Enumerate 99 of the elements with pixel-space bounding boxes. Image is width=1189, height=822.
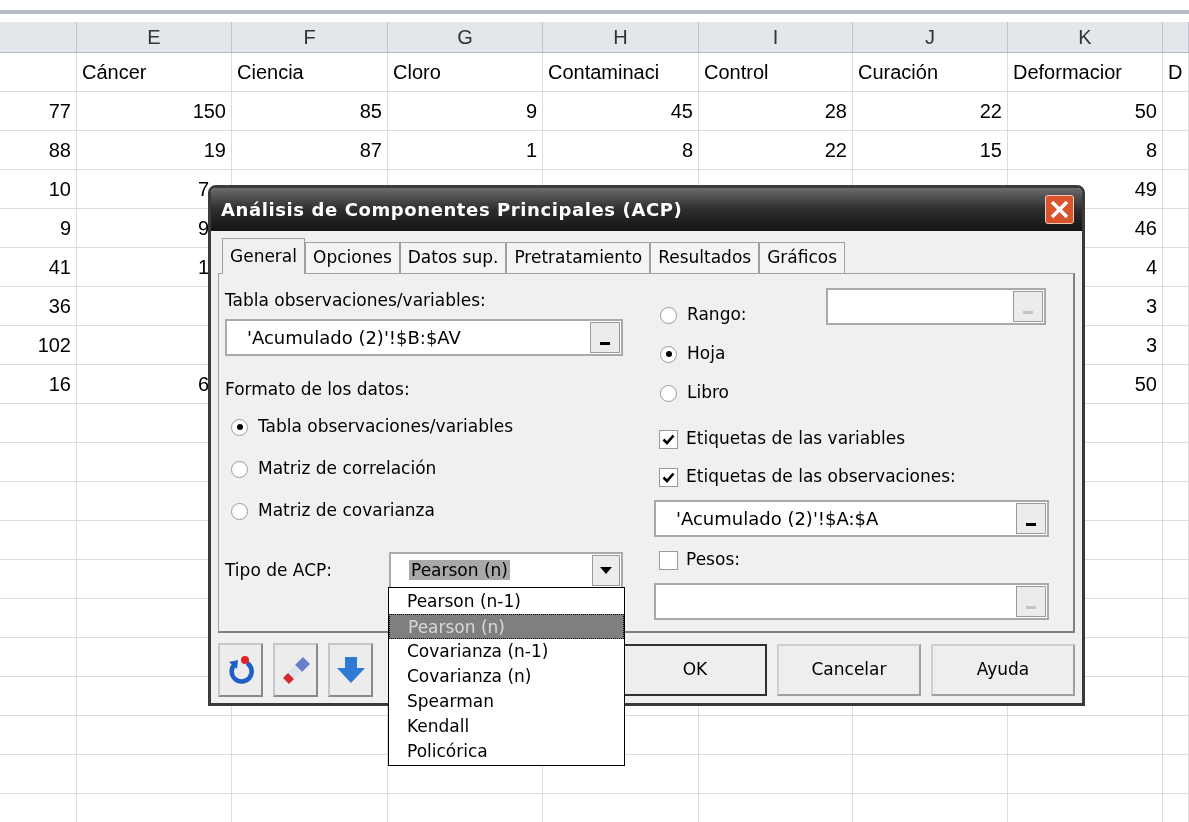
checkbox[interactable]	[659, 429, 678, 449]
table-cell-text: 19	[203, 138, 226, 163]
table-cell-text: Ciencia	[237, 60, 304, 85]
table-cell-text: 3	[1145, 333, 1157, 358]
table-cell-text: 41	[48, 255, 71, 280]
radio-label[interactable]: Rango:	[687, 302, 747, 328]
radio-label[interactable]: Libro	[687, 380, 730, 406]
table-cell-text: 9	[59, 216, 71, 241]
table-cell-text: 7	[197, 177, 209, 202]
table-cell-text: 9	[197, 216, 209, 241]
field-label: Tabla observaciones/variables:	[225, 289, 487, 312]
dropdown-option[interactable]: Covarianza (n-1)	[389, 639, 624, 664]
table-cell-text: 22	[979, 99, 1002, 124]
dropdown-option[interactable]: Covarianza (n)	[389, 664, 624, 689]
browse-button[interactable]	[1016, 503, 1046, 534]
dropdown-select[interactable]: Pearson (n)	[389, 552, 623, 589]
column-header[interactable]: E	[147, 22, 161, 52]
field-label: Formato de los datos:	[225, 377, 411, 401]
column-header[interactable]: K	[1078, 22, 1092, 52]
table-cell-text: Deformacior	[1013, 60, 1122, 85]
checkbox-label[interactable]: Etiquetas de las observaciones:	[686, 464, 956, 490]
input-field[interactable]: 'Acumulado (2)'!$A:$A	[654, 500, 1049, 537]
radio-button[interactable]	[660, 306, 677, 324]
table-cell-text: 150	[192, 99, 226, 124]
table-cell-text: 45	[670, 99, 693, 124]
reset-button[interactable]	[218, 643, 263, 697]
field-label: Tipo de ACP:	[225, 558, 333, 582]
table-cell-text: 46	[1134, 216, 1157, 241]
checkbox[interactable]	[659, 550, 678, 570]
checkbox-label[interactable]: Pesos:	[686, 547, 740, 573]
table-cell-text: 4	[1145, 255, 1157, 280]
tab[interactable]: Datos sup.	[399, 242, 507, 273]
table-cell-text: 8	[1145, 138, 1157, 163]
table-cell-text: 77	[48, 99, 71, 124]
dropdown-option[interactable]: Spearman	[389, 689, 624, 714]
download-button[interactable]	[328, 643, 373, 697]
table-cell-text: 36	[48, 294, 71, 319]
table-cell-text: 15	[979, 138, 1002, 163]
table-cell-text: 49	[1134, 177, 1157, 202]
table-cell-text: 102	[37, 333, 71, 358]
table-cell-text: 50	[1134, 372, 1157, 397]
radio-label[interactable]: Matriz de covarianza	[258, 498, 435, 524]
table-cell-text: Curación	[858, 60, 939, 85]
column-header[interactable]: F	[303, 22, 316, 52]
input-field[interactable]	[654, 583, 1049, 620]
radio-label[interactable]: Matriz de correlación	[258, 456, 437, 482]
column-header[interactable]: J	[925, 22, 935, 52]
dropdown-option[interactable]: Pearson (n-1)	[389, 589, 624, 614]
tab[interactable]: Opciones	[305, 242, 400, 273]
tab[interactable]: Pretratamiento	[506, 242, 651, 273]
table-cell-text: Control	[704, 60, 769, 85]
input-field[interactable]: 'Acumulado (2)'!$B:$AV	[225, 318, 623, 356]
column-header[interactable]: G	[457, 22, 473, 52]
close-button[interactable]	[1045, 195, 1074, 224]
table-cell-text: 50	[1134, 99, 1157, 124]
table-cell-text: 10	[48, 177, 71, 202]
table-cell-text: 22	[824, 138, 847, 163]
caret-icon	[600, 567, 612, 574]
down-arrow-icon	[335, 655, 366, 685]
radio-button[interactable]	[231, 418, 248, 436]
checkbox-label[interactable]: Etiquetas de las variables	[686, 426, 905, 452]
browse-button[interactable]	[590, 321, 620, 353]
column-header[interactable]: H	[613, 22, 628, 52]
tab[interactable]: Gráficos	[759, 242, 846, 273]
dialog-button[interactable]: OK	[623, 644, 767, 696]
table-cell-text: D	[1168, 60, 1183, 85]
table-cell-text: 1	[525, 138, 537, 163]
tab[interactable]: Resultados	[650, 242, 760, 273]
table-cell-text: Contaminaci	[548, 60, 660, 85]
radio-button[interactable]	[660, 345, 677, 363]
dropdown-option[interactable]: Policórica	[389, 739, 624, 764]
radio-button[interactable]	[660, 384, 677, 402]
dialog-button[interactable]: Cancelar	[777, 644, 921, 696]
eraser-button[interactable]	[273, 643, 318, 697]
close-icon	[1050, 200, 1069, 219]
table-cell-text: 6	[197, 372, 209, 397]
table-cell-text: 9	[525, 99, 537, 124]
table-cell-text: 85	[359, 99, 382, 124]
checkbox[interactable]	[659, 467, 678, 487]
radio-label[interactable]: Tabla observaciones/variables	[258, 414, 514, 440]
window-title: Análisis de Componentes Principales (ACP)	[221, 198, 684, 222]
tab[interactable]: General	[222, 238, 305, 274]
dropdown-arrow-button[interactable]	[592, 555, 620, 586]
table-cell-text: Cloro	[393, 60, 441, 85]
radio-label[interactable]: Hoja	[687, 341, 726, 367]
dialog-button[interactable]: Ayuda	[931, 644, 1075, 696]
table-cell-text: 88	[48, 138, 71, 163]
radio-button[interactable]	[231, 460, 248, 478]
dropdown-option[interactable]: Kendall	[389, 714, 624, 739]
table-cell-text: 8	[681, 138, 693, 163]
column-header[interactable]: I	[772, 22, 779, 52]
table-cell-text: 87	[359, 138, 382, 163]
table-cell-text: 16	[48, 372, 71, 397]
table-cell-text: 3	[1145, 294, 1157, 319]
table-cell-text: 28	[824, 99, 847, 124]
radio-button[interactable]	[231, 502, 248, 520]
input-field[interactable]	[826, 288, 1046, 325]
table-cell-text: Cáncer	[82, 60, 147, 85]
table-cell-text: 1	[197, 255, 209, 280]
